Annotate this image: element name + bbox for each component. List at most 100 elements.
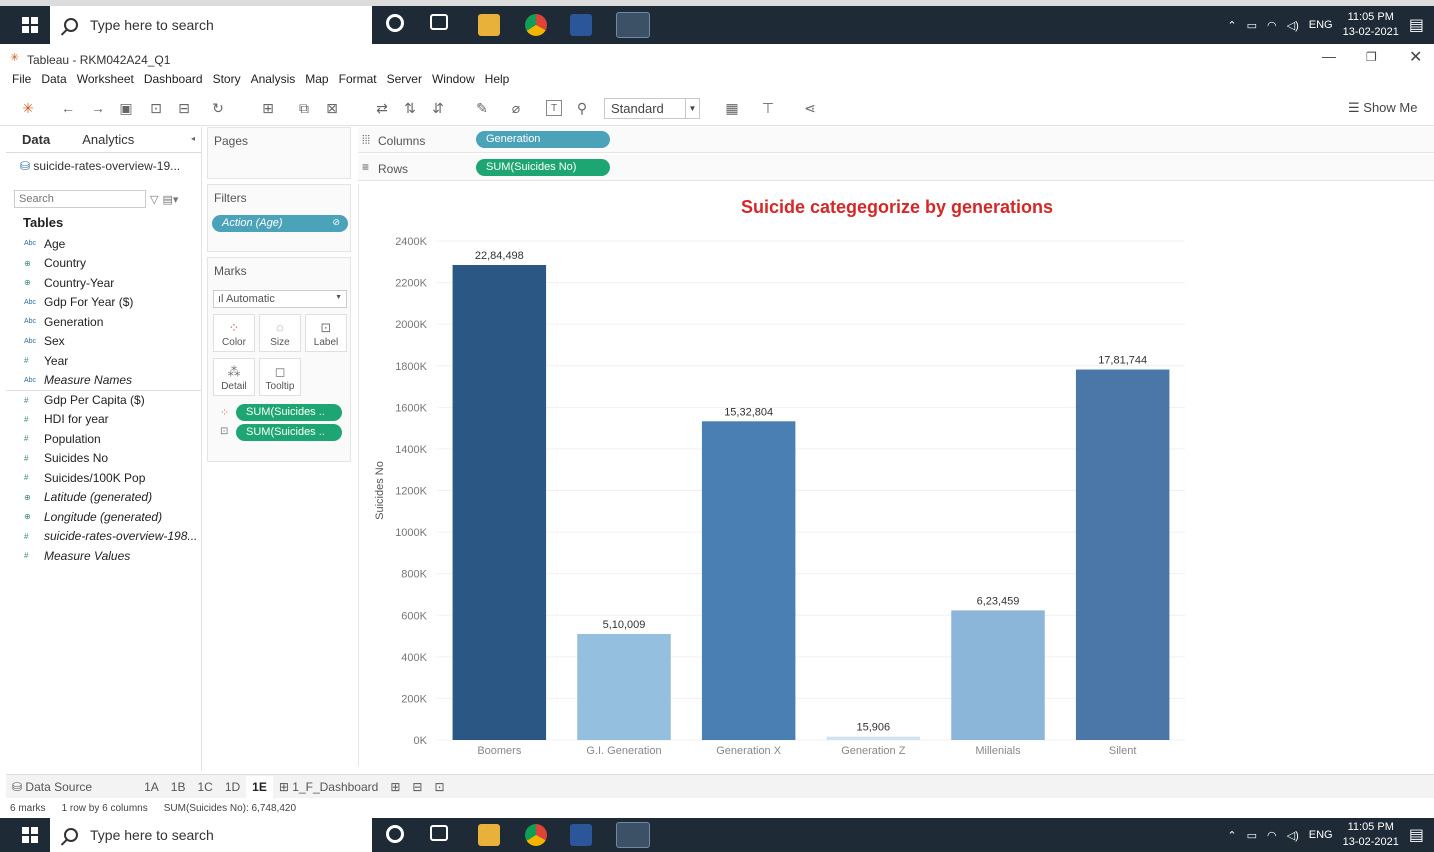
field-item[interactable]: Abc Generation [6,312,201,332]
sheet-tab-1c[interactable]: 1C [191,780,218,794]
sort-descending-icon[interactable]: ⇵ [430,100,446,116]
menu-file[interactable]: File [12,72,31,92]
menu-dashboard[interactable]: Dashboard [144,72,203,92]
clock[interactable]: 11:05 PM 13-02-2021 [1343,820,1399,850]
data-source-tab[interactable]: ⛁ Data Source [6,780,98,794]
new-story-tab-icon[interactable]: ⊡ [428,780,450,794]
windows-start-button[interactable] [10,6,50,44]
marks-color-button[interactable]: ⁘ Color [213,314,255,352]
mark-type-select[interactable]: ıl Automatic ▼ [213,290,347,308]
refresh-icon[interactable]: ↻ [210,100,226,116]
menu-worksheet[interactable]: Worksheet [77,72,134,92]
battery-icon[interactable]: ▭ [1247,19,1257,32]
datasource-menu-icon[interactable]: ⊟ [176,100,192,116]
field-item[interactable]: # Suicides/100K Pop [6,468,201,488]
bar-g-i-generation[interactable] [577,633,671,740]
field-item[interactable]: # Suicides No [6,449,201,469]
marks-size-button[interactable]: ◌ Size [259,314,301,352]
minimize-icon[interactable]: — [1322,48,1336,64]
marks-detail-button[interactable]: ⁂ Detail [213,358,255,396]
field-item[interactable]: # Measure Values [6,546,201,566]
field-item[interactable]: Abc Gdp For Year ($) [6,293,201,313]
menu-story[interactable]: Story [213,72,241,92]
field-item[interactable]: # Gdp Per Capita ($) [6,390,201,410]
field-item[interactable]: Abc Measure Names [6,371,201,391]
data-source-item[interactable]: ⛁ suicide-rates-overview-19... [6,153,201,179]
tableau-taskbar-icon[interactable] [616,822,650,848]
sheet-tab-1b[interactable]: 1B [165,780,192,794]
bar-generation-z[interactable] [826,736,921,740]
notifications-icon[interactable]: ▤ [1409,825,1424,845]
new-worksheet-tab-icon[interactable]: ⊞ [384,780,406,794]
redo-icon[interactable]: → [90,100,106,116]
menu-format[interactable]: Format [339,72,377,92]
sort-ascending-icon[interactable]: ⇅ [402,100,418,116]
sheet-tab-1d[interactable]: 1D [219,780,246,794]
rows-pill-sum-suicides[interactable]: SUM(Suicides No) [476,159,610,176]
menu-window[interactable]: Window [432,72,475,92]
bar-generation-x[interactable] [701,421,796,740]
close-icon[interactable]: ✕ [1409,47,1422,67]
undo-icon[interactable]: ← [60,100,76,116]
file-explorer-icon[interactable] [478,14,500,36]
filters-shelf[interactable]: Filters Action (Age) ⊘ [207,184,351,252]
field-search-input[interactable] [14,190,146,208]
rows-shelf[interactable]: ≡ Rows SUM(Suicides No) [358,155,1434,181]
task-view-icon[interactable] [430,14,448,30]
chrome-icon[interactable] [525,14,547,36]
fit-select[interactable]: Standard ▼ [604,98,700,119]
chevron-up-icon[interactable]: ⌃ [1227,19,1236,32]
show-me-button[interactable]: ☰ Show Me [1348,100,1417,116]
clock[interactable]: 11:05 PM 13-02-2021 [1343,10,1399,40]
field-item[interactable]: # suicide-rates-overview-198... [6,527,201,547]
pages-shelf[interactable]: Pages [207,127,351,179]
swap-rows-columns-icon[interactable]: ⇄ [374,100,390,116]
menu-map[interactable]: Map [305,72,328,92]
pin-icon[interactable]: ⚲ [574,100,590,116]
field-item[interactable]: ⊕ Country-Year [6,273,201,293]
cards-icon[interactable]: ▦ [724,100,740,116]
menu-analysis[interactable]: Analysis [251,72,296,92]
battery-icon[interactable]: ▭ [1247,829,1257,842]
field-item[interactable]: Abc Sex [6,332,201,352]
field-item[interactable]: ⊕ Latitude (generated) [6,488,201,508]
new-dashboard-tab-icon[interactable]: ⊟ [406,780,428,794]
field-item[interactable]: Abc Age [6,234,201,254]
save-icon[interactable]: ▣ [118,100,134,116]
pane-collapse-icon[interactable]: ◂ [185,127,201,152]
new-datasource-icon[interactable]: ⊡ [148,100,164,116]
marks-pill-color[interactable]: SUM(Suicides .. [236,404,342,421]
tableau-taskbar-icon[interactable] [616,12,650,38]
filter-icon[interactable]: ▽ [150,193,158,206]
field-item[interactable]: ⊕ Longitude (generated) [6,507,201,527]
show-labels-icon[interactable]: T [546,100,562,116]
columns-shelf[interactable]: ⦙⦙⦙ Columns Generation [358,127,1434,153]
notifications-icon[interactable]: ▤ [1409,15,1424,35]
bar-boomers[interactable] [452,265,547,740]
field-item[interactable]: # HDI for year [6,410,201,430]
columns-pill-generation[interactable]: Generation [476,131,610,148]
sheet-tab-1a[interactable]: 1A [138,780,165,794]
volume-icon[interactable]: ◁) [1287,19,1299,32]
taskbar-search-box[interactable]: Type here to search [50,6,372,44]
windows-start-button-bottom[interactable] [10,818,50,852]
field-item[interactable]: # Population [6,429,201,449]
file-explorer-icon[interactable] [478,824,500,846]
marks-pill-label[interactable]: SUM(Suicides .. [236,424,342,441]
word-icon[interactable] [570,14,592,36]
share-icon[interactable]: ⋖ [802,100,818,116]
menu-data[interactable]: Data [41,72,66,92]
cortana-icon[interactable] [386,825,404,843]
chrome-icon[interactable] [525,824,547,846]
tab-data[interactable]: Data [6,127,67,152]
menu-server[interactable]: Server [387,72,422,92]
wifi-icon[interactable]: ◠ [1267,829,1277,842]
sheet-tab-1e[interactable]: 1E [246,775,273,798]
wifi-icon[interactable]: ◠ [1267,19,1277,32]
cortana-icon[interactable] [386,14,404,32]
volume-icon[interactable]: ◁) [1287,829,1299,842]
field-item[interactable]: # Year [6,351,201,371]
word-icon[interactable] [570,824,592,846]
bar-silent[interactable] [1075,369,1170,740]
clear-sheet-icon[interactable]: ⊠ [324,100,340,116]
